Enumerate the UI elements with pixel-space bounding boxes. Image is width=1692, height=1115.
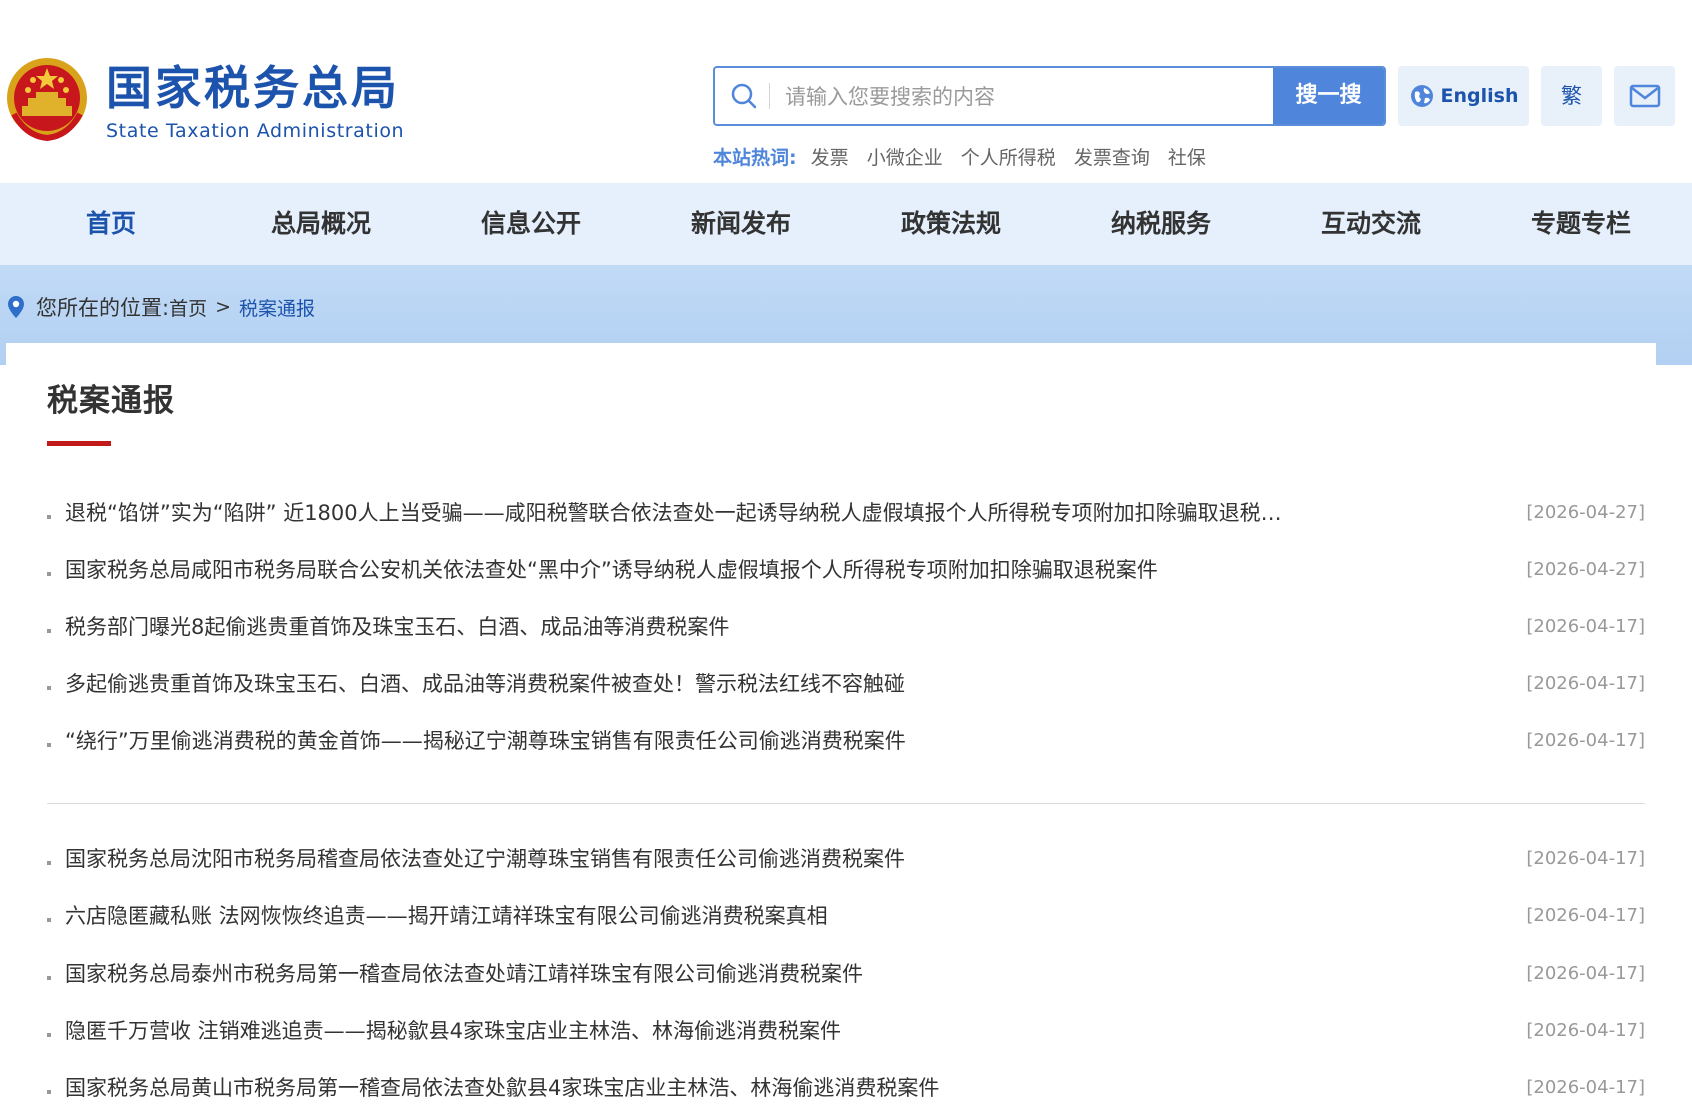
news-item[interactable]: 国家税务总局黄山市税务局第一稽查局依法查处歙县4家珠宝店业主林浩、林海偷逃消费税…	[47, 1068, 1645, 1108]
nav-item-topics[interactable]: 专题专栏	[1476, 183, 1686, 265]
news-title[interactable]: 退税“馅饼”实为“陷阱” 近1800人上当受骗——咸阳税警联合依法查处一起诱导纳…	[65, 493, 1315, 533]
news-item[interactable]: 多起偷逃贵重首饰及珠宝玉石、白酒、成品油等消费税案件被查处！警示税法红线不容触碰…	[47, 664, 1645, 704]
news-date: [2026-04-27]	[1526, 502, 1645, 523]
bullet-icon	[47, 1090, 51, 1094]
hotword-link[interactable]: 社保	[1168, 147, 1206, 169]
traditional-chinese-button[interactable]: 繁	[1541, 66, 1602, 126]
news-item[interactable]: 国家税务总局沈阳市税务局稽查局依法查处辽宁潮尊珠宝销售有限责任公司偷逃消费税案件…	[47, 839, 1645, 879]
site-logo-chinese[interactable]: 国家税务总局	[106, 58, 400, 118]
news-date: [2026-04-17]	[1526, 673, 1645, 694]
nav-item-disclosure[interactable]: 信息公开	[426, 183, 636, 265]
hotword-link[interactable]: 个人所得税	[961, 147, 1056, 169]
news-title[interactable]: “绕行”万里偷逃消费税的黄金首饰——揭秘辽宁潮尊珠宝销售有限责任公司偷逃消费税案…	[65, 721, 1315, 761]
news-title[interactable]: 国家税务总局泰州市税务局第一稽查局依法查处靖江靖祥珠宝有限公司偷逃消费税案件	[65, 954, 1315, 994]
nav-item-service[interactable]: 纳税服务	[1056, 183, 1266, 265]
hotword-link[interactable]: 发票查询	[1074, 147, 1150, 169]
bullet-icon	[47, 861, 51, 865]
news-item[interactable]: 隐匿千万营收 注销难逃追责——揭秘歙县4家珠宝店业主林浩、林海偷逃消费税案件 […	[47, 1011, 1645, 1051]
news-date: [2026-04-17]	[1526, 848, 1645, 869]
news-date: [2026-04-17]	[1526, 905, 1645, 926]
search-button[interactable]: 搜一搜	[1273, 68, 1384, 124]
location-pin-icon	[8, 296, 24, 318]
hotwords-bar: 本站热词: 发票 小微企业 个人所得税 发票查询 社保	[713, 143, 1218, 173]
mail-button[interactable]	[1614, 66, 1675, 126]
breadcrumb-current[interactable]: 税案通报	[239, 294, 315, 321]
search-input[interactable]	[783, 76, 1267, 118]
site-logo-english[interactable]: State Taxation Administration	[106, 119, 404, 143]
news-item[interactable]: “绕行”万里偷逃消费税的黄金首饰——揭秘辽宁潮尊珠宝销售有限责任公司偷逃消费税案…	[47, 721, 1645, 761]
news-item[interactable]: 税务部门曝光8起偷逃贵重首饰及珠宝玉石、白酒、成品油等消费税案件 [2026-0…	[47, 607, 1645, 647]
news-title[interactable]: 国家税务总局咸阳市税务局联合公安机关依法查处“黑中介”诱导纳税人虚假填报个人所得…	[65, 550, 1315, 590]
news-date: [2026-04-17]	[1526, 1020, 1645, 1041]
news-title[interactable]: 隐匿千万营收 注销难逃追责——揭秘歙县4家珠宝店业主林浩、林海偷逃消费税案件	[65, 1011, 1315, 1051]
site-header: 国家税务总局 State Taxation Administration 搜一搜…	[0, 0, 1692, 183]
news-title[interactable]: 国家税务总局黄山市税务局第一稽查局依法查处歙县4家珠宝店业主林浩、林海偷逃消费税…	[65, 1068, 1315, 1108]
breadcrumb: 您所在的位置: 首页 > 税案通报	[6, 292, 315, 322]
news-item[interactable]: 国家税务总局泰州市税务局第一稽查局依法查处靖江靖祥珠宝有限公司偷逃消费税案件 […	[47, 954, 1645, 994]
content-panel: 税案通报 退税“馅饼”实为“陷阱” 近1800人上当受骗——咸阳税警联合依法查处…	[6, 343, 1656, 1115]
hotword-link[interactable]: 发票	[811, 147, 849, 169]
news-item[interactable]: 六店隐匿藏私账 法网恢恢终追责——揭开靖江靖祥珠宝有限公司偷逃消费税案真相 [2…	[47, 896, 1645, 936]
search-icon	[731, 83, 757, 109]
bullet-icon	[47, 629, 51, 633]
news-date: [2026-04-17]	[1526, 1077, 1645, 1098]
news-title[interactable]: 税务部门曝光8起偷逃贵重首饰及珠宝玉石、白酒、成品油等消费税案件	[65, 607, 1315, 647]
english-label: English	[1440, 85, 1519, 107]
breadcrumb-separator: >	[215, 296, 232, 318]
bullet-icon	[47, 976, 51, 980]
hotword-link[interactable]: 小微企业	[867, 147, 943, 169]
nav-item-news[interactable]: 新闻发布	[636, 183, 846, 265]
news-date: [2026-04-17]	[1526, 730, 1645, 751]
section-title-underline	[47, 441, 111, 446]
news-item[interactable]: 国家税务总局咸阳市税务局联合公安机关依法查处“黑中介”诱导纳税人虚假填报个人所得…	[47, 550, 1645, 590]
hotwords-label: 本站热词:	[713, 147, 797, 169]
bullet-icon	[47, 686, 51, 690]
search-box: 搜一搜	[713, 66, 1386, 126]
main-nav: 首页 总局概况 信息公开 新闻发布 政策法规 纳税服务 互动交流 专题专栏	[0, 183, 1692, 265]
list-divider	[47, 803, 1645, 804]
mail-icon	[1629, 84, 1660, 108]
nav-item-interaction[interactable]: 互动交流	[1266, 183, 1476, 265]
globe-icon	[1410, 85, 1433, 107]
english-button[interactable]: English	[1398, 66, 1529, 126]
news-title[interactable]: 六店隐匿藏私账 法网恢恢终追责——揭开靖江靖祥珠宝有限公司偷逃消费税案真相	[65, 896, 1315, 936]
nav-item-policy[interactable]: 政策法规	[846, 183, 1056, 265]
news-title[interactable]: 多起偷逃贵重首饰及珠宝玉石、白酒、成品油等消费税案件被查处！警示税法红线不容触碰	[65, 664, 1315, 704]
section-title: 税案通报	[47, 383, 175, 419]
news-date: [2026-04-17]	[1526, 616, 1645, 637]
breadcrumb-label: 您所在的位置:	[36, 296, 170, 320]
bullet-icon	[47, 918, 51, 922]
nav-item-overview[interactable]: 总局概况	[216, 183, 426, 265]
news-item[interactable]: 退税“馅饼”实为“陷阱” 近1800人上当受骗——咸阳税警联合依法查处一起诱导纳…	[47, 493, 1645, 533]
bullet-icon	[47, 572, 51, 576]
nav-item-home[interactable]: 首页	[6, 183, 216, 265]
news-date: [2026-04-17]	[1526, 963, 1645, 984]
breadcrumb-home-link[interactable]: 首页	[169, 294, 207, 321]
bullet-icon	[47, 1033, 51, 1037]
national-emblem-icon[interactable]	[6, 54, 88, 142]
bullet-icon	[47, 743, 51, 747]
search-divider	[769, 83, 770, 109]
bullet-icon	[47, 515, 51, 519]
news-date: [2026-04-27]	[1526, 559, 1645, 580]
news-title[interactable]: 国家税务总局沈阳市税务局稽查局依法查处辽宁潮尊珠宝销售有限责任公司偷逃消费税案件	[65, 839, 1315, 879]
